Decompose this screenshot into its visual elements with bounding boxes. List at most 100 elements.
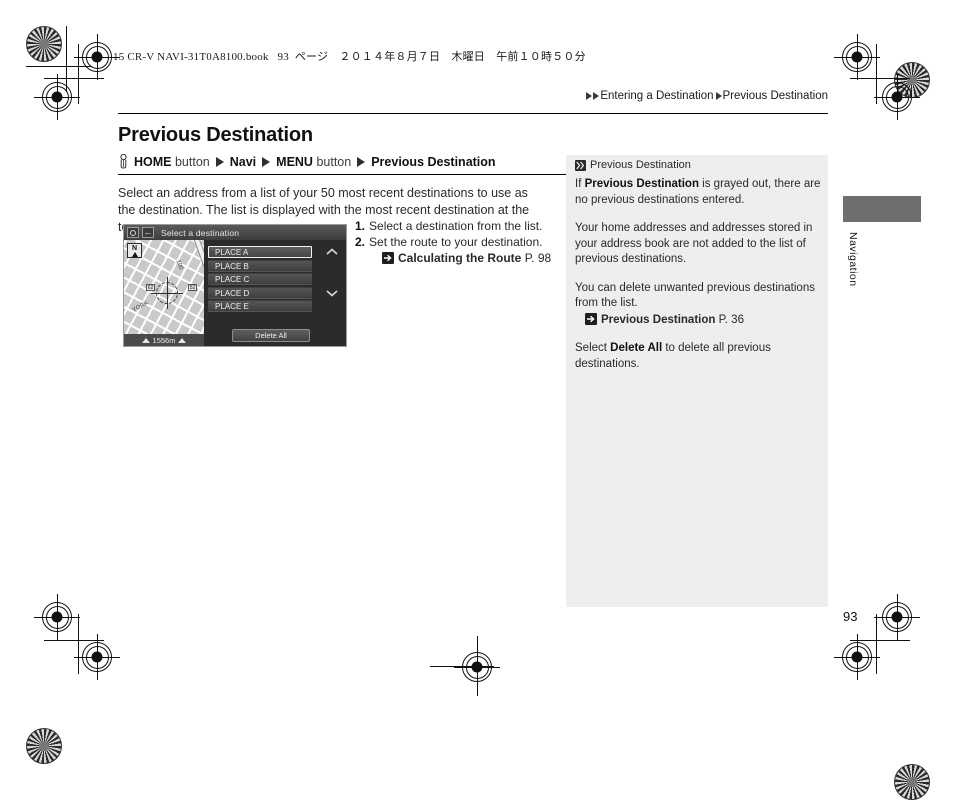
back-arrow-icon[interactable]: ← <box>142 227 154 238</box>
side-note-paragraph-2: Your home addresses and addresses stored… <box>575 222 813 265</box>
section-tab-label: Navigation <box>847 232 859 287</box>
map-scale-bar: 1556m <box>124 334 204 346</box>
crop-mark-top-left-v <box>78 44 79 104</box>
triangle-right-icon <box>586 92 593 100</box>
crop-mark-bottom-center-h <box>430 666 494 667</box>
side-note-panel: Previous Destination If Previous Destina… <box>566 155 828 607</box>
navpath-button-word-1: button <box>174 154 210 169</box>
registration-dot <box>891 91 903 103</box>
compass-north-icon[interactable]: N <box>127 243 142 258</box>
page-number: 93 <box>843 609 858 624</box>
breadcrumb-current: Previous Destination <box>722 90 828 102</box>
compass-letter: N <box>131 245 138 252</box>
book-file-name: 15 CR-V NAVI-31T0A8100.book <box>113 51 269 63</box>
side-note-p4-bold: Delete All <box>610 342 663 354</box>
map-crosshair-icon <box>151 277 183 309</box>
registration-dot <box>891 611 903 623</box>
step-item: 1. Select a destination from the list. <box>355 219 555 235</box>
registration-target-top-right <box>834 34 880 80</box>
registration-star-bottom-right <box>894 764 930 800</box>
triangle-right-icon <box>262 156 271 167</box>
registration-target-mid-right <box>874 74 920 120</box>
side-note-paragraph-1: If Previous Destination is grayed out, t… <box>575 177 821 208</box>
crop-mark-bottom-right-v <box>876 614 877 674</box>
crop-mark-top-left-h <box>44 78 104 79</box>
triangle-right-icon <box>357 156 366 167</box>
list-scroll-controls <box>326 246 340 308</box>
side-note-p4-pre: Select <box>575 342 611 354</box>
registration-dot <box>851 51 863 63</box>
map-scale-value: 1556m <box>152 336 176 345</box>
compass-arrow-icon <box>131 252 138 257</box>
destination-list: PLACE A PLACE B PLACE C PLACE D PLACE E … <box>204 240 346 346</box>
side-note-heading: Previous Destination <box>575 159 691 171</box>
side-note-cross-reference[interactable]: Previous Destination P. 36 <box>585 312 821 329</box>
side-note-reference-label: Previous Destination <box>601 313 716 326</box>
chevron-up-icon[interactable] <box>326 248 338 255</box>
registration-target-top-left <box>74 34 120 80</box>
map-panel[interactable]: N 62 52 100 YORK 1556m <box>124 240 204 346</box>
registration-dot <box>51 611 63 623</box>
nav-screen-title: Select a destination <box>161 227 240 238</box>
crop-mark-bottom-left-h <box>44 640 104 641</box>
step-text: Set the route to your destination. <box>369 234 543 249</box>
scale-wedge-icon <box>141 338 150 343</box>
registration-star-bottom-left <box>26 728 62 764</box>
triangle-right-icon <box>715 92 722 100</box>
registration-target-mid-left <box>34 74 80 120</box>
crop-mark-top-left-v2 <box>66 26 67 92</box>
scale-wedge-icon <box>178 338 187 343</box>
book-page-number: 93 <box>277 51 289 63</box>
registration-dot <box>91 651 103 663</box>
road-shield-left: 62 <box>146 284 155 291</box>
list-item[interactable]: PLACE C <box>208 273 312 285</box>
registration-star-top-left <box>26 26 62 62</box>
navpath-home-button: HOME <box>134 154 172 169</box>
breadcrumb-parent: Entering a Destination <box>600 90 714 102</box>
navpath-menu-button: MENU <box>276 154 313 169</box>
side-note-p1-bold: Previous Destination <box>584 178 699 190</box>
navpath-navi: Navi <box>229 154 257 169</box>
page-reference-icon <box>585 312 597 325</box>
registration-target-mid-left-bottom <box>34 594 80 640</box>
side-note-p1-pre: If <box>575 178 585 190</box>
registration-target-bottom-right <box>834 634 880 680</box>
side-note-body: If Previous Destination is grayed out, t… <box>575 177 821 385</box>
list-item[interactable]: PLACE D <box>208 286 312 299</box>
registration-dot <box>51 91 63 103</box>
registration-target-mid-right-bottom <box>874 594 920 640</box>
side-note-paragraph-3: You can delete unwanted previous destina… <box>575 281 815 310</box>
side-note-heading-text: Previous Destination <box>590 159 691 171</box>
header-divider <box>118 113 828 114</box>
chevron-down-icon[interactable] <box>326 290 338 297</box>
navigation-screen-illustration: ← Select a destination N 62 52 100 YORK … <box>123 224 347 347</box>
navigation-path: HOME button Navi MENU button Previous De… <box>118 153 496 169</box>
crop-mark-top-left-h2 <box>26 66 92 67</box>
delete-all-button[interactable]: Delete All <box>232 329 310 342</box>
crop-mark-bottom-center-v <box>477 636 478 696</box>
section-tab-block <box>843 196 921 222</box>
step-reference-page: P. 98 <box>524 251 552 265</box>
registration-target-bottom-left <box>74 634 120 680</box>
triangle-right-icon <box>593 92 600 100</box>
step-text: Select a destination from the list. <box>369 219 543 233</box>
side-note-paragraph-4: Select Delete All to delete all previous… <box>575 341 821 372</box>
registration-dot <box>851 651 863 663</box>
step-cross-reference[interactable]: Calculating the Route P. 98 <box>355 251 555 267</box>
hand-press-icon <box>118 153 129 169</box>
list-item[interactable]: PLACE B <box>208 259 312 272</box>
step-item: 2. Set the route to your destination. <box>355 235 555 251</box>
navpath-button-word-2: button <box>316 154 352 169</box>
crop-mark-bottom-right-h <box>850 640 910 641</box>
map-mode-icon[interactable] <box>127 227 139 238</box>
list-item[interactable]: PLACE A <box>208 246 312 258</box>
breadcrumb: Entering a Destination Previous Destinat… <box>586 90 828 102</box>
step-number: 2. <box>355 234 366 249</box>
print-book-header: 15 CR-V NAVI-31T0A8100.book 93 ページ ２０１４年… <box>113 48 586 64</box>
nav-screen-titlebar: ← Select a destination <box>124 225 346 240</box>
book-date-japanese: ページ ２０１４年８月７日 木曜日 午前１０時５０分 <box>294 50 586 63</box>
navpath-destination: Previous Destination <box>371 154 496 169</box>
road-shield-right: 52 <box>188 284 197 291</box>
list-item[interactable]: PLACE E <box>208 300 312 312</box>
side-note-reference-page: P. 36 <box>718 313 744 326</box>
